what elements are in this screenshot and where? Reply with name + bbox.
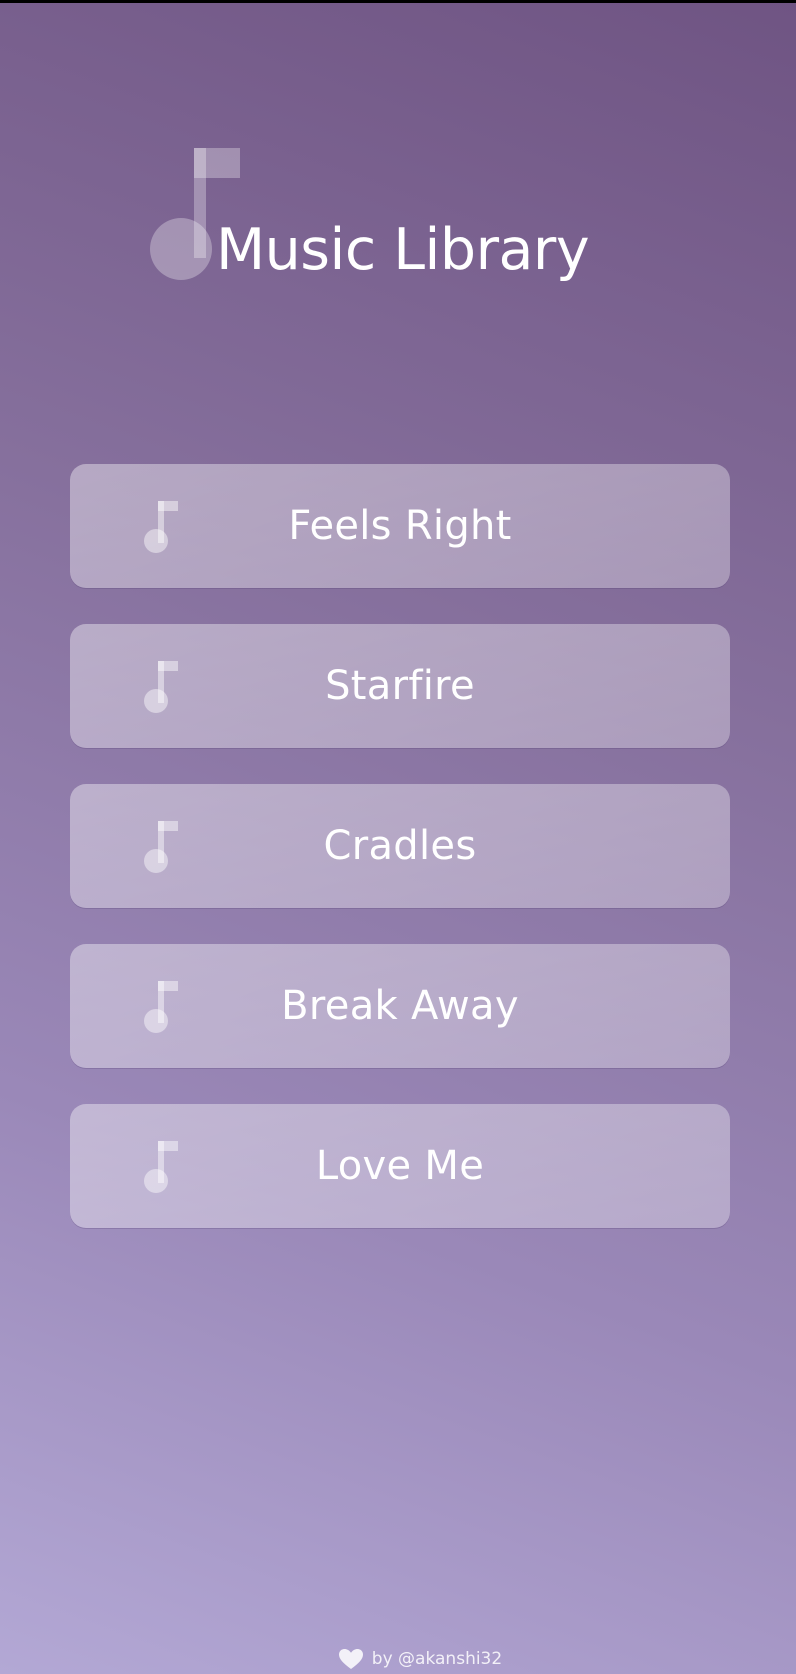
song-item-love-me[interactable]: Love Me [70,1104,730,1228]
page-title: Music Library [216,217,590,284]
app-header: Music Library [150,146,610,286]
song-item-cradles[interactable]: Cradles [70,784,730,908]
song-item-starfire[interactable]: Starfire [70,624,730,748]
song-list: Feels Right Starfire Cradles Break Away [70,464,730,1264]
song-title: Starfire [325,663,475,709]
credit-text[interactable]: by @akanshi32 [372,1649,502,1669]
song-title: Feels Right [288,503,512,549]
footer-credit: by @akanshi32 [0,1648,796,1670]
heart-icon [338,1649,363,1669]
song-title: Cradles [323,823,477,869]
song-title: Love Me [315,1143,485,1189]
status-bar [0,0,796,3]
song-item-feels-right[interactable]: Feels Right [70,464,730,588]
song-title: Break Away [281,983,519,1029]
song-item-break-away[interactable]: Break Away [70,944,730,1068]
